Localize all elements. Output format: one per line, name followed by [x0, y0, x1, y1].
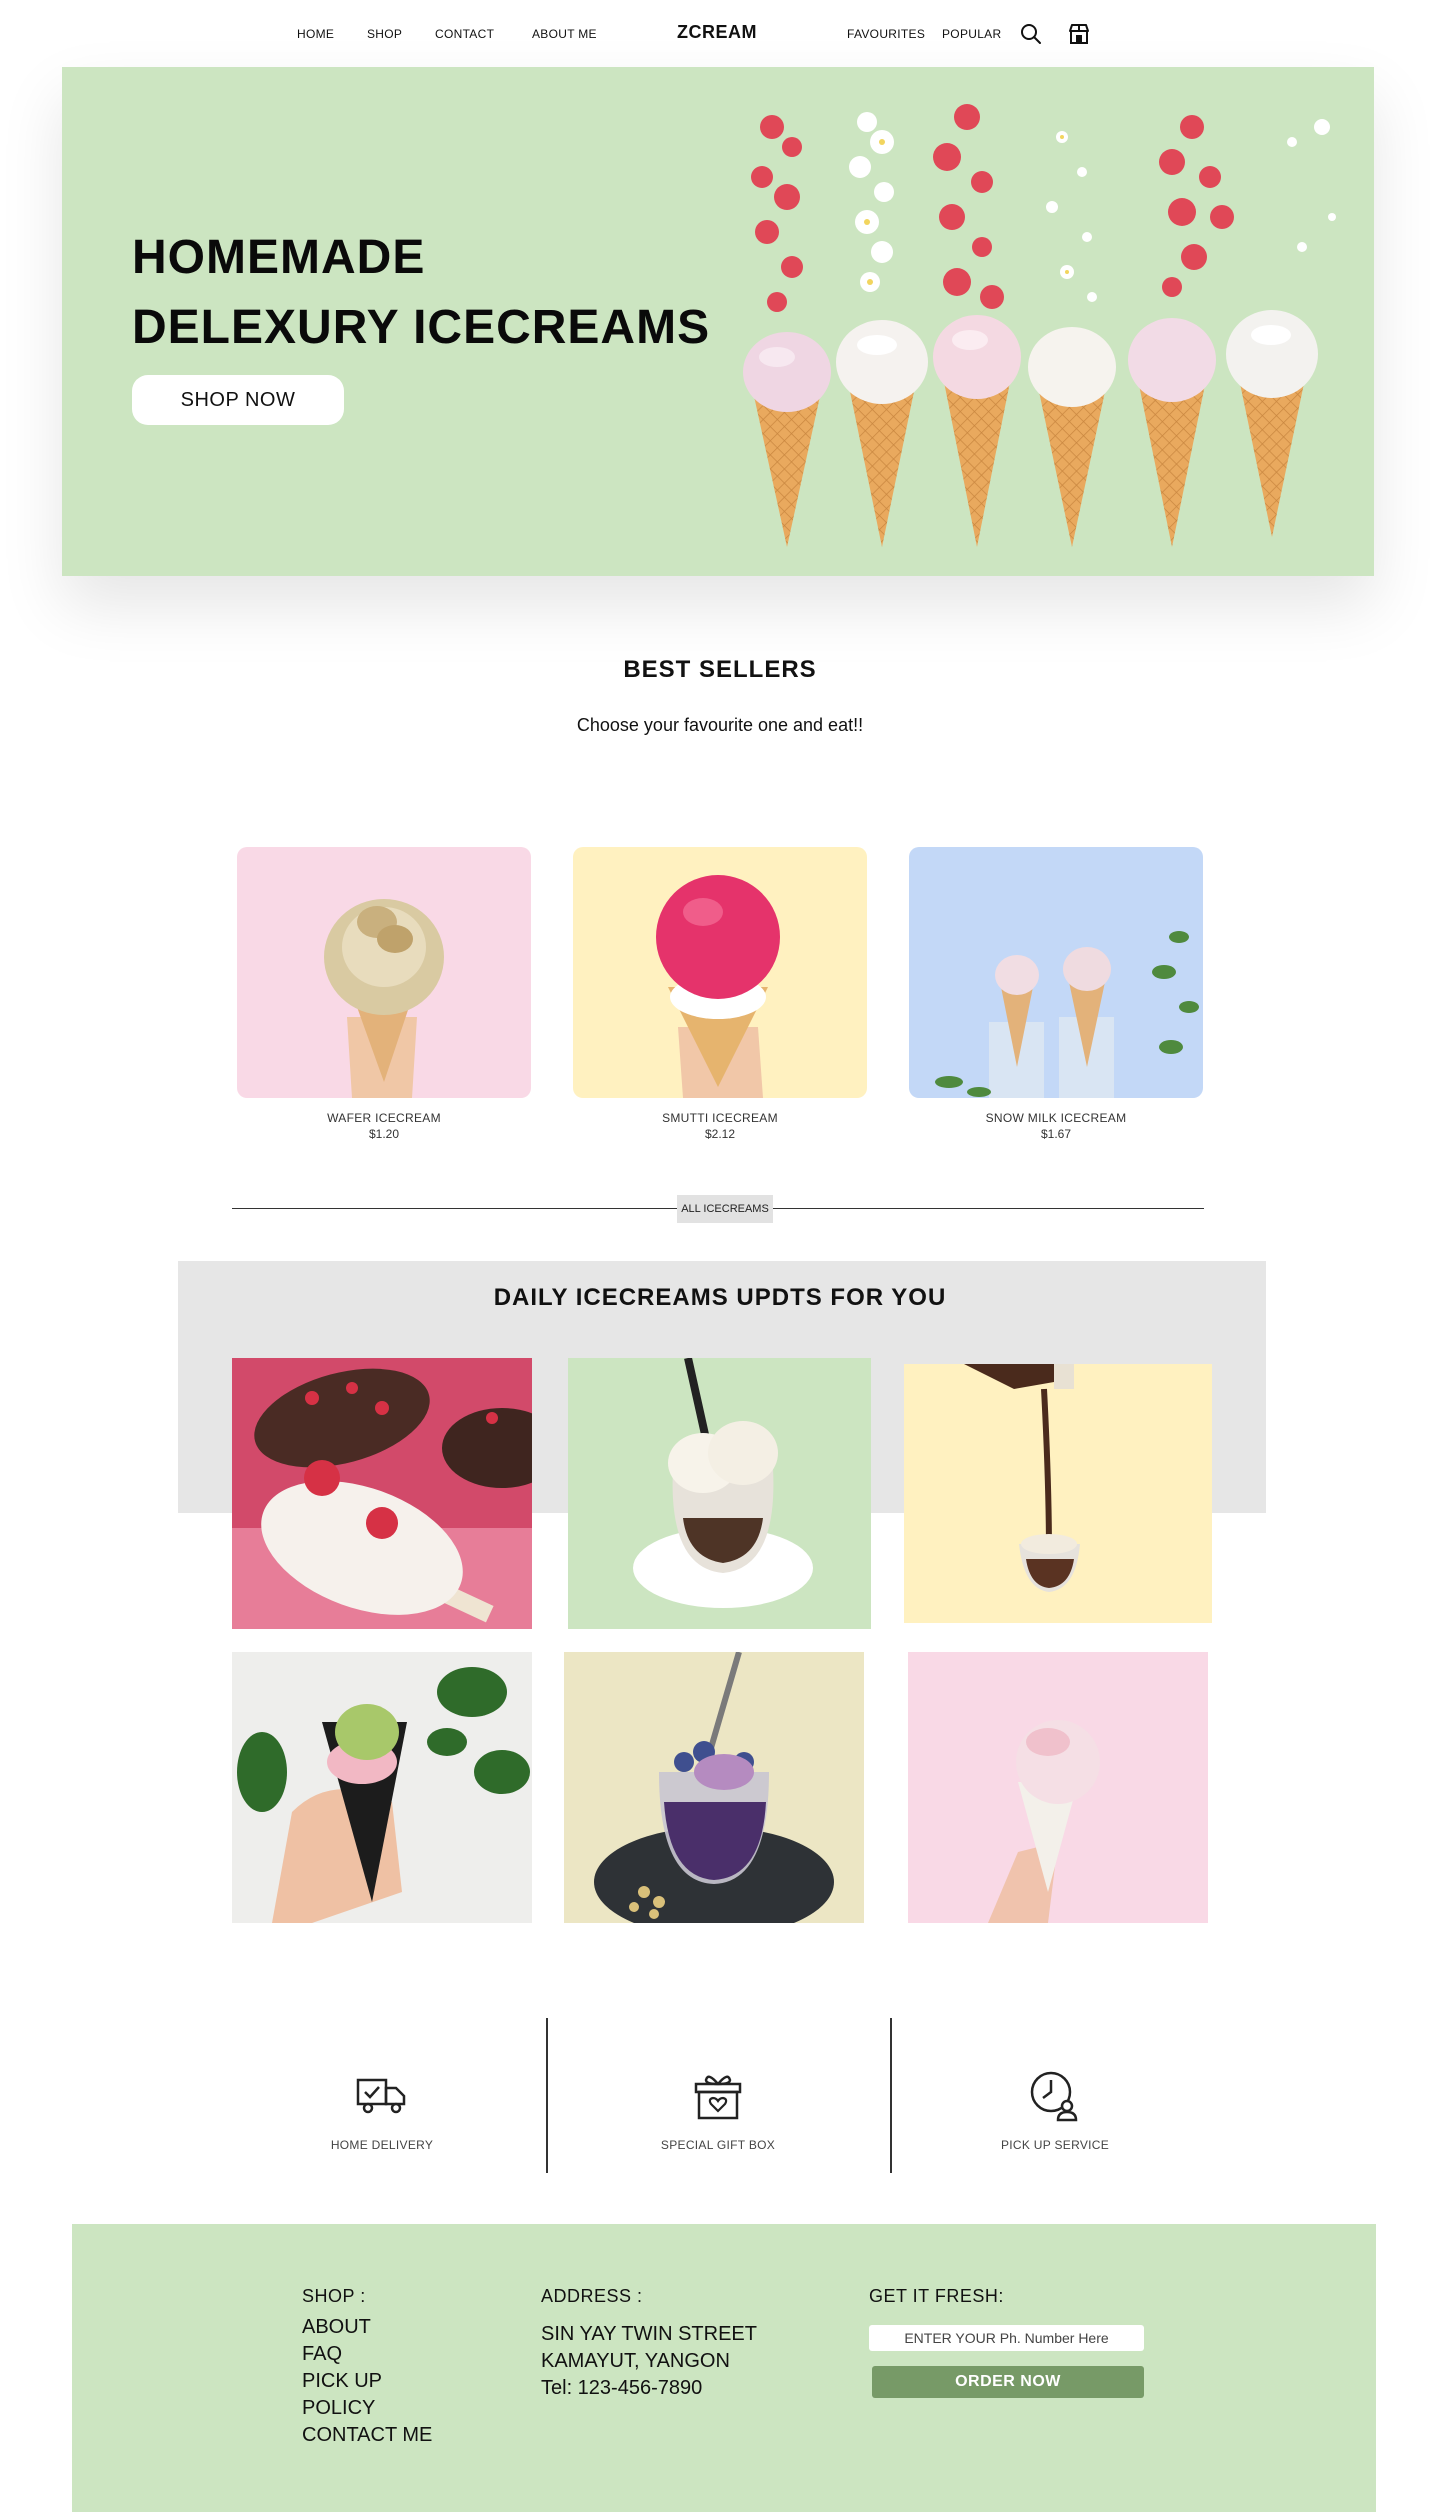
service-label-pick-up: PICK UP SERVICE: [1000, 2138, 1110, 2152]
brand-logo[interactable]: ZCREAM: [677, 22, 757, 43]
daily-tile-black-cone[interactable]: [232, 1652, 532, 1923]
shop-icon[interactable]: [1067, 22, 1091, 46]
divider-line-right: [773, 1208, 1204, 1209]
search-icon[interactable]: [1019, 22, 1043, 46]
product-price: $2.12: [704, 1127, 736, 1141]
product-card-wafer[interactable]: WAFER ICECREAM $1.20: [237, 847, 531, 1141]
site-footer: SHOP : ABOUT FAQ PICK UP POLICY CONTACT …: [72, 2224, 1376, 2512]
product-name: SNOW MILK ICECREAM: [985, 1111, 1127, 1125]
phone-number-input[interactable]: [869, 2325, 1144, 2351]
product-price: $1.20: [368, 1127, 400, 1141]
nav-home-link[interactable]: HOME: [297, 27, 334, 41]
footer-link-pick-up[interactable]: PICK UP: [302, 2370, 382, 2393]
daily-tile-berry-cup[interactable]: [564, 1652, 864, 1923]
product-card-smutti[interactable]: SMUTTI ICECREAM $2.12: [573, 847, 867, 1141]
product-name: WAFER ICECREAM: [327, 1111, 441, 1125]
service-label-home-delivery: HOME DELIVERY: [330, 2138, 434, 2152]
best-sellers-subtitle: Choose your favourite one and eat!!: [576, 715, 864, 735]
all-icecreams-button[interactable]: ALL ICECREAMS: [677, 1195, 773, 1223]
footer-address-line-2: KAMAYUT, YANGON: [541, 2350, 730, 2372]
daily-tile-chocolate-pour[interactable]: [904, 1364, 1212, 1623]
footer-link-policy[interactable]: POLICY: [302, 2397, 375, 2420]
shop-now-button[interactable]: SHOP NOW: [132, 375, 344, 425]
divider-line-left: [232, 1208, 677, 1209]
footer-link-faq[interactable]: FAQ: [302, 2343, 342, 2366]
service-label-gift-box: SPECIAL GIFT BOX: [660, 2138, 776, 2152]
footer-shop-heading: SHOP :: [302, 2286, 366, 2306]
service-divider-2: [890, 2018, 892, 2173]
hero-banner: HOMEMADE DELEXURY ICECREAMS SHOP NOW: [62, 67, 1374, 576]
delivery-truck-icon: [356, 2078, 406, 2114]
gift-box-icon: [694, 2075, 742, 2120]
footer-fresh-heading: GET IT FRESH:: [869, 2286, 1004, 2306]
top-navigation: HOME SHOP CONTACT ABOUT ME ZCREAM FAVOUR…: [0, 0, 1440, 67]
product-price: $1.67: [1040, 1127, 1072, 1141]
daily-tile-sundae-glass[interactable]: [568, 1358, 871, 1629]
footer-link-contact-me[interactable]: CONTACT ME: [302, 2424, 432, 2447]
nav-shop-link[interactable]: SHOP: [367, 27, 402, 41]
daily-updates-title: DAILY ICECREAMS UPDTS FOR YOU: [493, 1284, 947, 1311]
nav-contact-link[interactable]: CONTACT: [435, 27, 494, 41]
smutti-icecream-image: [573, 847, 867, 1098]
snow-milk-icecream-image: [909, 847, 1203, 1098]
product-name: SMUTTI ICECREAM: [662, 1111, 778, 1125]
hero-title: HOMEMADE DELEXURY ICECREAMS: [132, 231, 711, 354]
best-sellers-title: BEST SELLERS: [623, 656, 817, 683]
daily-tile-pink-cone[interactable]: [908, 1652, 1208, 1923]
footer-phone: Tel: 123-456-7890: [541, 2377, 703, 2399]
hero-icecream-cones-image: [743, 104, 1336, 547]
footer-link-about[interactable]: ABOUT: [302, 2316, 371, 2339]
nav-favourites-link[interactable]: FAVOURITES: [847, 27, 925, 41]
nav-about-link[interactable]: ABOUT ME: [532, 27, 597, 41]
daily-tile-popsicles[interactable]: [232, 1358, 532, 1629]
footer-address-line-1: SIN YAY TWIN STREET: [541, 2323, 757, 2345]
clock-person-icon: [1030, 2071, 1078, 2122]
wafer-icecream-image: [237, 847, 531, 1098]
service-divider-1: [546, 2018, 548, 2173]
product-card-snow-milk[interactable]: SNOW MILK ICECREAM $1.67: [909, 847, 1203, 1141]
order-now-button[interactable]: ORDER NOW: [872, 2366, 1144, 2398]
nav-popular-link[interactable]: POPULAR: [942, 27, 1001, 41]
footer-address-heading: ADDRESS :: [541, 2286, 643, 2306]
